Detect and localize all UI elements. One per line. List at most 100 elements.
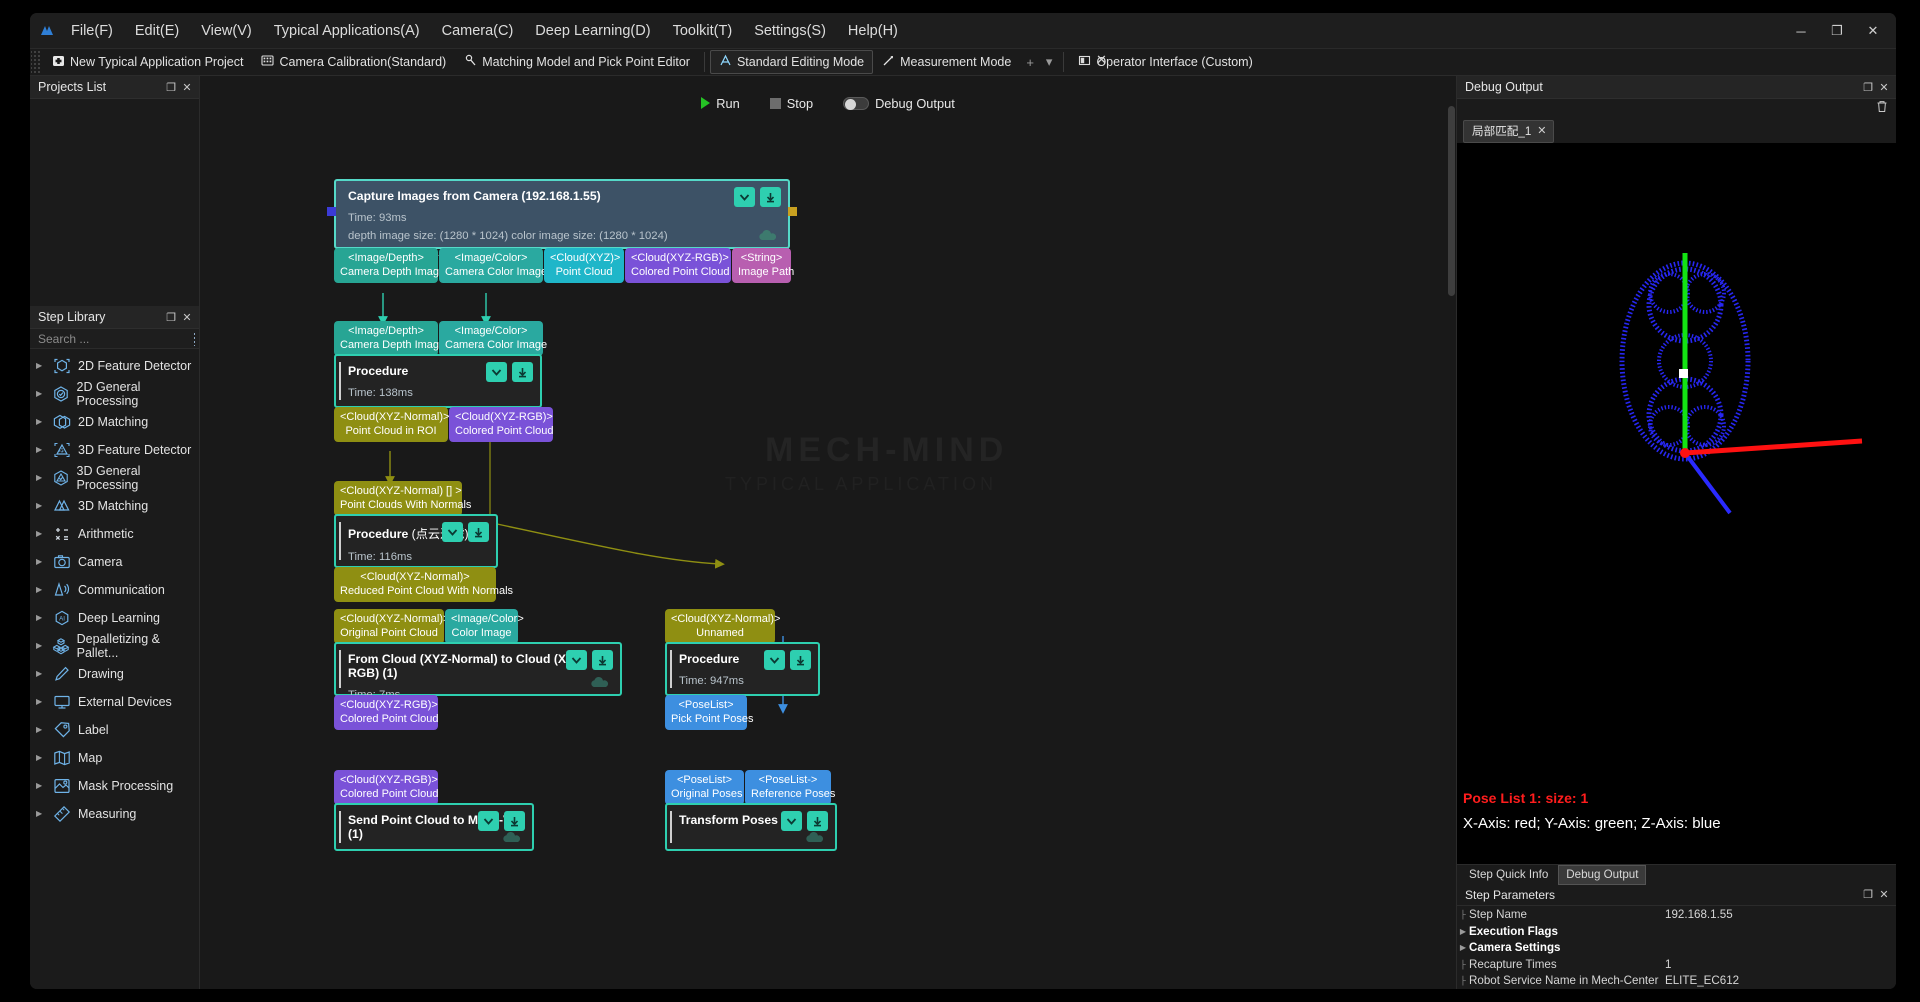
debug-tab-close-icon[interactable]: ✕ [1537,124,1546,137]
step-library-item-communication[interactable]: ▶ Communication [30,576,199,604]
measurement-mode-button[interactable]: Measurement Mode [873,50,1020,74]
node-procedure-1[interactable]: Procedure Time: 138ms [334,354,542,408]
menu-typical-applications[interactable]: Typical Applications(A) [263,19,431,43]
menu-file[interactable]: File(F) [60,19,124,43]
port-colored-point-cloud-3[interactable]: <Cloud(XYZ-RGB)> Colored Point Cloud [334,695,438,731]
projects-list-body[interactable] [30,99,199,306]
projects-list-float-icon[interactable]: ❐ [163,78,179,96]
node-collapse-icon[interactable] [781,811,802,831]
step-library-item-3d-feature-detector[interactable]: ▶ 3D Feature Detector [30,436,199,464]
step-library-item-2d-feature-detector[interactable]: ▶ 2D Feature Detector [30,352,199,380]
menu-help[interactable]: Help(H) [837,19,909,43]
camera-calibration-button[interactable]: Camera Calibration(Standard) [252,50,455,74]
step-parameter-value[interactable]: ELITE_EC612 [1665,974,1739,987]
expand-caret-icon[interactable]: ▶ [36,390,45,398]
menu-deep-learning[interactable]: Deep Learning(D) [524,19,661,43]
step-library-item-3d-general-processing[interactable]: ▶ 3D General Processing [30,464,199,492]
expand-caret-icon[interactable]: ▶ [36,474,45,482]
menu-view[interactable]: View(V) [190,19,263,43]
search-input[interactable] [38,331,193,346]
node-download-icon[interactable] [760,187,781,207]
expand-caret-icon[interactable]: ▶ [36,362,45,370]
node-procedure-2[interactable]: Procedure (点云过滤) Time: 116ms [334,514,498,568]
step-parameter-value[interactable]: 192.168.1.55 [1665,908,1733,921]
new-typical-application-project-button[interactable]: New Typical Application Project [43,50,252,74]
expand-caret-icon[interactable]: ▶ [36,642,45,650]
port-camera-depth-image-in[interactable]: <Image/Depth> Camera Depth Image [334,321,445,357]
expand-caret-icon[interactable]: ▶ [36,782,45,790]
node-send-point-cloud-to-mech-viz[interactable]: Send Point Cloud to Mech-Viz (1) [334,803,534,851]
toolbar-grip[interactable] [31,51,41,73]
port-colored-point-cloud-2[interactable]: <Cloud(XYZ-RGB)> Colored Point Cloud [449,407,553,443]
node-download-icon[interactable] [790,650,811,670]
restore-icon[interactable]: ❐ [1820,16,1854,46]
node-collapse-icon[interactable] [486,362,507,382]
expand-caret-icon[interactable]: ▶ [36,614,45,622]
step-library-item-mask-processing[interactable]: ▶ Mask Processing [30,772,199,800]
step-parameter-row[interactable]: ├ Recapture Times 1 [1457,956,1896,973]
node-collapse-icon[interactable] [478,811,499,831]
port-reduced-point-cloud-with-normals[interactable]: <Cloud(XYZ-Normal)> Reduced Point Cloud … [334,567,513,603]
port-image-path[interactable]: <String> Image Path [732,248,794,284]
port-point-cloud[interactable]: <Cloud(XYZ)> Point Cloud [544,248,624,284]
node-from-cloud-xyz-normal-to-xyz-rgb[interactable]: From Cloud (XYZ-Normal) to Cloud (XYZ-RG… [334,642,622,701]
step-library-float-icon[interactable]: ❐ [163,308,179,326]
expand-caret-icon[interactable]: ▶ [36,502,45,510]
step-library-item-label[interactable]: ▶ Label [30,716,199,744]
matching-model-pick-point-editor-button[interactable]: Matching Model and Pick Point Editor [455,50,699,74]
step-parameter-row[interactable]: ▶ Execution Flags [1457,923,1896,940]
filter-grid-icon[interactable] [193,331,195,346]
node-download-icon[interactable] [504,811,525,831]
expand-caret-icon[interactable]: ▶ [36,418,45,426]
port-point-cloud-in-roi[interactable]: <Cloud(XYZ-Normal)> Point Cloud in ROI [334,407,449,443]
minimize-icon[interactable]: ─ [1784,16,1818,46]
close-icon[interactable]: ✕ [1856,16,1890,46]
port-reference-poses[interactable]: <PoseList-> Reference Poses [745,770,835,806]
node-capture-images-from-camera[interactable]: Capture Images from Camera (192.168.1.55… [327,179,797,259]
expand-caret-icon[interactable]: ▶ [36,754,45,762]
step-library-close-icon[interactable]: ✕ [179,308,195,326]
expand-caret-icon[interactable]: ▶ [1457,943,1469,952]
step-library-item-drawing[interactable]: ▶ Drawing [30,660,199,688]
expand-caret-icon[interactable]: ▶ [36,698,45,706]
expand-caret-icon[interactable]: ▶ [36,558,45,566]
port-colored-point-cloud[interactable]: <Cloud(XYZ-RGB)> Colored Point Cloud [625,248,731,284]
menu-toolkit[interactable]: Toolkit(T) [662,19,744,43]
expand-caret-icon[interactable]: ▶ [1457,927,1469,936]
step-library-item-external-devices[interactable]: ▶ External Devices [30,688,199,716]
port-camera-depth-image[interactable]: <Image/Depth> Camera Depth Image [334,248,445,284]
expand-caret-icon[interactable]: ▶ [36,670,45,678]
projects-list-close-icon[interactable]: ✕ [179,78,195,96]
menu-edit[interactable]: Edit(E) [124,19,190,43]
node-collapse-icon[interactable] [734,187,755,207]
debug-output-close-icon[interactable]: ✕ [1876,78,1892,96]
port-camera-color-image-in[interactable]: <Image/Color> Camera Color Image [439,321,547,357]
node-output-port[interactable] [788,207,797,216]
port-original-poses[interactable]: <PoseList> Original Poses [665,770,744,806]
step-parameters-float-icon[interactable]: ❐ [1860,886,1876,904]
point-cloud-viewer[interactable]: Pose List 1: size: 1 X-Axis: red; Y-Axis… [1457,143,1896,864]
step-library-item-depalletizing-pallet[interactable]: ▶ Depalletizing & Pallet... [30,632,199,660]
step-library-item-2d-matching[interactable]: ▶ 2D Matching [30,408,199,436]
stop-button[interactable]: Stop [763,93,820,114]
run-button[interactable]: Run [694,93,746,114]
node-download-icon[interactable] [512,362,533,382]
debug-tab-local-matching[interactable]: 局部匹配_1 ✕ [1463,119,1554,143]
step-library-item-arithmetic[interactable]: ▶ Arithmetic [30,520,199,548]
step-library-item-map[interactable]: ▶ Map [30,744,199,772]
port-camera-color-image[interactable]: <Image/Color> Camera Color Image [439,248,547,284]
menu-settings[interactable]: Settings(S) [743,19,837,43]
project-canvas[interactable]: Run Stop Debug Output MECH-MIND TYPICAL … [200,76,1456,989]
step-library-item-3d-matching[interactable]: ▶ 3D Matching [30,492,199,520]
step-library-item-deep-learning[interactable]: ▶ AI Deep Learning [30,604,199,632]
node-download-icon[interactable] [468,522,489,542]
debug-output-float-icon[interactable]: ❐ [1860,78,1876,96]
port-original-point-cloud[interactable]: <Cloud(XYZ-Normal)> Original Point Cloud [334,609,449,645]
trash-icon[interactable] [1876,100,1888,118]
node-collapse-icon[interactable] [442,522,463,542]
step-library-item-measuring[interactable]: ▶ Measuring [30,800,199,828]
tab-debug-output[interactable]: Debug Output [1558,864,1647,885]
node-transform-poses[interactable]: Transform Poses (1) [665,803,837,851]
port-colored-point-cloud-4[interactable]: <Cloud(XYZ-RGB)> Colored Point Cloud [334,770,438,806]
node-collapse-icon[interactable] [566,650,587,670]
